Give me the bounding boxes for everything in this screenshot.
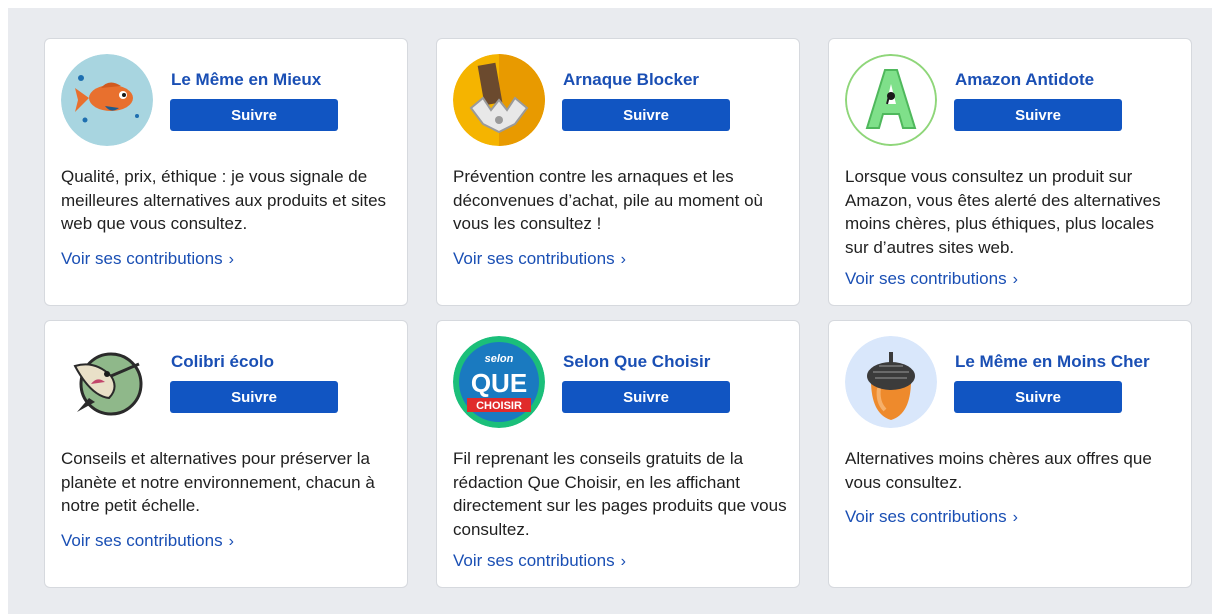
contributor-description: Fil reprenant les conseils gratuits de l…	[453, 449, 787, 539]
contributor-name[interactable]: Le Même en Mieux	[171, 70, 321, 90]
follow-button[interactable]: Suivre	[170, 99, 338, 131]
contributor-card: Arnaque Blocker Suivre Prévention contre…	[436, 38, 800, 306]
contributor-card: Amazon Antidote Suivre Lorsque vous cons…	[828, 38, 1192, 306]
letter-a-icon	[845, 54, 937, 146]
see-contributions-link[interactable]: Voir ses contributions ›	[845, 507, 1018, 527]
contributor-description: Conseils et alternatives pour préserver …	[61, 449, 375, 515]
see-contributions-label: Voir ses contributions	[61, 531, 223, 550]
see-contributions-link[interactable]: Voir ses contributions ›	[845, 269, 1018, 289]
contributor-description: Alternatives moins chères aux offres que…	[845, 449, 1152, 492]
contributor-card: Colibri écolo Suivre Conseils et alterna…	[44, 320, 408, 588]
chevron-right-icon: ›	[228, 251, 234, 268]
chevron-right-icon: ›	[1012, 509, 1018, 526]
contributor-card: selon QUE CHOISIR Selon Que Choisir Suiv…	[436, 320, 800, 588]
contributors-panel: Le Même en Mieux Suivre Qualité, prix, é…	[8, 8, 1212, 614]
see-contributions-label: Voir ses contributions	[453, 249, 615, 268]
que-choisir-logo: selon QUE CHOISIR	[453, 336, 545, 428]
follow-button[interactable]: Suivre	[562, 99, 730, 131]
contributor-description: Prévention contre les arnaques et les dé…	[453, 167, 763, 233]
follow-button[interactable]: Suivre	[562, 381, 730, 413]
contributor-name[interactable]: Selon Que Choisir	[563, 352, 710, 372]
chevron-right-icon: ›	[228, 533, 234, 550]
chevron-right-icon: ›	[620, 251, 626, 268]
see-contributions-link[interactable]: Voir ses contributions ›	[61, 531, 234, 551]
see-contributions-label: Voir ses contributions	[61, 249, 223, 268]
contributor-name[interactable]: Amazon Antidote	[955, 70, 1094, 90]
contributor-name[interactable]: Colibri écolo	[171, 352, 274, 372]
chevron-right-icon: ›	[620, 553, 626, 570]
chevron-right-icon: ›	[1012, 271, 1018, 288]
see-contributions-link[interactable]: Voir ses contributions ›	[61, 249, 234, 269]
logo-choisir-text: CHOISIR	[476, 400, 522, 412]
follow-button[interactable]: Suivre	[954, 99, 1122, 131]
contributor-name[interactable]: Le Même en Moins Cher	[955, 352, 1150, 372]
follow-button[interactable]: Suivre	[170, 381, 338, 413]
logo-selon-text: selon	[485, 353, 514, 365]
hummingbird-icon	[61, 336, 153, 428]
contributor-description: Lorsque vous consultez un produit sur Am…	[845, 167, 1161, 257]
see-contributions-link[interactable]: Voir ses contributions ›	[453, 249, 626, 269]
see-contributions-label: Voir ses contributions	[453, 551, 615, 570]
contributor-card: Le Même en Moins Cher Suivre Alternative…	[828, 320, 1192, 588]
see-contributions-label: Voir ses contributions	[845, 269, 1007, 288]
contributor-description: Qualité, prix, éthique : je vous signale…	[61, 167, 387, 233]
fish-icon	[61, 54, 153, 146]
see-contributions-label: Voir ses contributions	[845, 507, 1007, 526]
trap-icon	[453, 54, 545, 146]
follow-button[interactable]: Suivre	[954, 381, 1122, 413]
see-contributions-link[interactable]: Voir ses contributions ›	[453, 551, 626, 571]
contributor-card: Le Même en Mieux Suivre Qualité, prix, é…	[44, 38, 408, 306]
logo-que-text: QUE	[471, 368, 527, 398]
contributor-name[interactable]: Arnaque Blocker	[563, 70, 699, 90]
acorn-icon	[845, 336, 937, 428]
